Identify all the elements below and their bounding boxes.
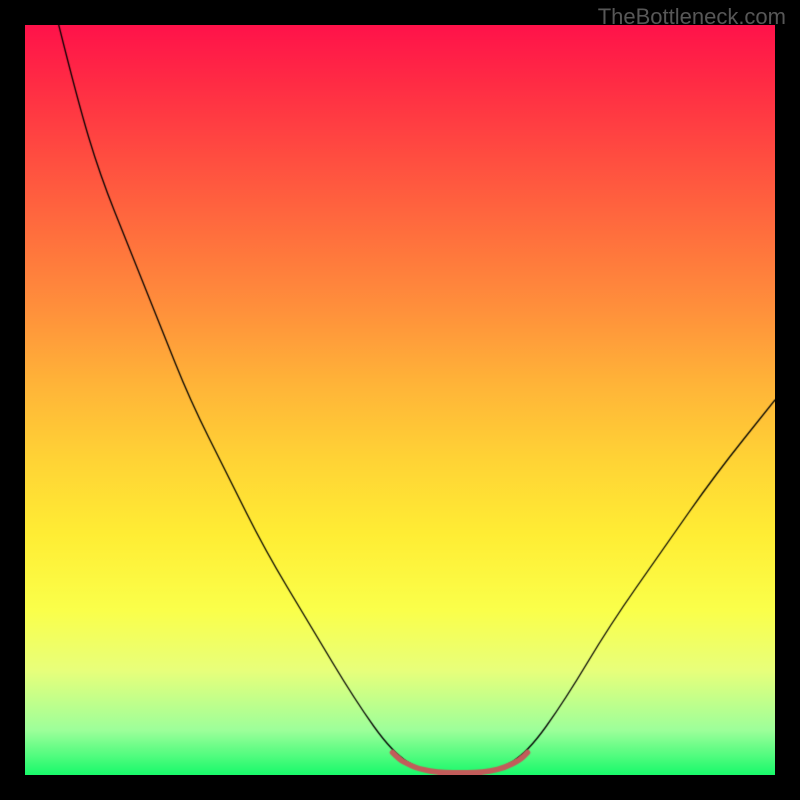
chart-canvas [25,25,775,775]
attribution-label: TheBottleneck.com [598,4,786,30]
chart-container: TheBottleneck.com [0,0,800,800]
